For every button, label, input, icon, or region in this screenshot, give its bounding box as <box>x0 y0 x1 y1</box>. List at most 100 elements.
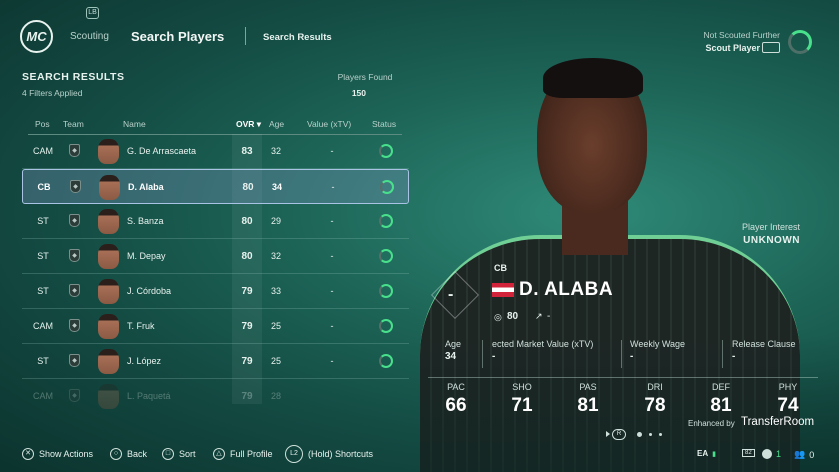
ea-icon: EA ▮ <box>697 449 716 458</box>
table-row[interactable]: ST ◆ J. López 79 25 - <box>22 344 409 379</box>
player-avatar <box>98 384 119 409</box>
team-crest-icon: ◆ <box>69 214 80 227</box>
row-value: - <box>331 182 335 192</box>
row-name: T. Fruk <box>127 321 155 331</box>
age-label: Age <box>445 339 462 349</box>
results-table: CAM ◆ G. De Arrascaeta 83 32 - CB ◆ D. A… <box>22 134 409 414</box>
team-crest-icon: ◆ <box>70 180 81 193</box>
pager-left-icon[interactable] <box>606 431 610 437</box>
filters-applied: 4 Filters Applied <box>22 88 83 98</box>
scout-player-icon <box>762 42 780 53</box>
row-age: 33 <box>270 286 281 296</box>
stat-label-sho: SHO <box>512 382 532 392</box>
sort-label: Sort <box>179 449 196 459</box>
status-ring-icon <box>380 180 394 194</box>
pager-dot-active[interactable] <box>637 432 642 437</box>
row-pos: CB <box>37 182 51 192</box>
col-pos[interactable]: Pos <box>35 119 50 129</box>
pager-dot[interactable] <box>659 433 662 436</box>
table-row-selected[interactable]: CB ◆ D. Alaba 80 34 - <box>22 169 409 204</box>
nav-search-results[interactable]: Search Results <box>263 32 332 43</box>
full-profile-hint[interactable]: △ Full Profile <box>213 448 273 460</box>
row-ovr: 83 <box>241 146 253 157</box>
triangle-button-icon: △ <box>213 448 225 460</box>
row-name: D. Alaba <box>128 182 164 192</box>
nav-search-players[interactable]: Search Players <box>131 29 224 44</box>
row-name: M. Depay <box>127 251 166 261</box>
table-row[interactable]: ST ◆ J. Córdoba 79 33 - <box>22 274 409 309</box>
row-value: - <box>330 321 334 331</box>
market-value-label: ected Market Value (xTV) <box>492 339 594 349</box>
player-avatar <box>98 244 119 269</box>
team-crest-icon: ◆ <box>69 284 80 297</box>
info-divider <box>482 340 483 368</box>
status-ring-icon <box>379 144 393 158</box>
row-value: - <box>330 146 334 156</box>
table-row[interactable]: CAM ◆ T. Fruk 79 25 - <box>22 309 409 344</box>
scout-player-button[interactable]: Scout Player <box>680 43 760 53</box>
row-value: - <box>330 216 334 226</box>
row-age: 25 <box>270 356 281 366</box>
nav-scouting[interactable]: Scouting <box>70 31 109 42</box>
online-count: 1 <box>776 449 782 459</box>
full-profile-label: Full Profile <box>230 449 273 459</box>
trend-arrow-icon: ↗ <box>535 311 543 321</box>
col-ovr-sorted[interactable]: OVR ▾ <box>236 119 261 130</box>
player-avatar <box>98 314 119 339</box>
weekly-wage-value: - <box>630 351 634 362</box>
stat-label-pas: PAS <box>579 382 597 392</box>
col-value[interactable]: Value (xTV) <box>307 119 351 129</box>
status-ring-icon <box>379 214 393 228</box>
row-ovr: 79 <box>241 356 253 367</box>
col-team[interactable]: Team <box>63 119 84 129</box>
player-avatar <box>98 139 119 164</box>
search-results-title: SEARCH RESULTS <box>22 71 125 83</box>
row-age: 28 <box>270 391 281 401</box>
table-row[interactable]: CAM ◆ L. Paquetá 79 28 <box>22 379 409 414</box>
player-name: D. ALABA <box>519 279 614 300</box>
stat-value-sho: 71 <box>511 395 533 416</box>
stat-value-phy: 74 <box>777 395 799 416</box>
player-avatar <box>98 279 119 304</box>
table-row[interactable]: ST ◆ S. Banza 80 29 - <box>22 204 409 239</box>
status-ring-icon <box>379 249 393 263</box>
player-interest-value: UNKNOWN <box>743 235 800 246</box>
x-button-icon: ✕ <box>22 448 34 460</box>
row-name: L. Paquetá <box>127 391 171 401</box>
col-name[interactable]: Name <box>123 119 146 129</box>
people-icon: 👥 <box>794 449 806 459</box>
player-interest-label: Player Interest <box>741 222 800 232</box>
lb-button-hint: LB <box>86 7 99 19</box>
row-ovr: 80 <box>242 182 254 193</box>
player-trend: - <box>547 311 551 322</box>
scout-progress-ring-icon <box>788 30 812 54</box>
team-crest-icon: ◆ <box>69 354 80 367</box>
release-clause-label: Release Clause <box>732 339 796 349</box>
player-ovr: 80 <box>507 311 519 322</box>
table-row[interactable]: ST ◆ M. Depay 80 32 - <box>22 239 409 274</box>
shortcuts-hint[interactable]: L2 (Hold) Shortcuts <box>285 445 373 463</box>
team-crest-icon: ◆ <box>69 144 80 157</box>
shortcuts-label: (Hold) Shortcuts <box>308 449 374 459</box>
release-clause-value: - <box>732 351 736 362</box>
pager-dot[interactable] <box>649 433 652 436</box>
row-ovr: 80 <box>241 251 253 262</box>
status-ring-icon <box>379 319 393 333</box>
row-pos: ST <box>37 216 49 226</box>
col-status[interactable]: Status <box>372 119 396 129</box>
sort-hint[interactable]: □ Sort <box>162 448 196 460</box>
player-avatar <box>98 349 119 374</box>
table-row[interactable]: CAM ◆ G. De Arrascaeta 83 32 - <box>22 134 409 169</box>
row-ovr: 80 <box>241 216 253 227</box>
player-avatar <box>99 175 120 200</box>
row-pos: ST <box>37 251 49 261</box>
row-pos: CAM <box>33 391 53 401</box>
back-hint[interactable]: ○ Back <box>110 448 147 460</box>
col-age[interactable]: Age <box>269 119 284 129</box>
show-actions-label: Show Actions <box>39 449 94 459</box>
show-actions-hint[interactable]: ✕ Show Actions <box>22 448 93 460</box>
row-pos: ST <box>37 286 49 296</box>
player-avatar <box>98 209 119 234</box>
row-pos: CAM <box>33 146 53 156</box>
pager-rs-button[interactable]: R <box>612 429 626 440</box>
